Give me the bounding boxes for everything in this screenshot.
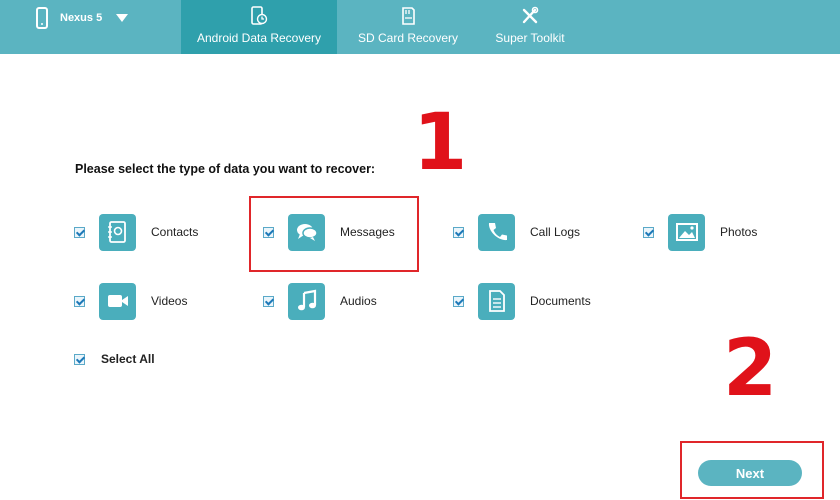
option-documents[interactable]: Documents	[453, 282, 591, 320]
next-button[interactable]: Next	[698, 460, 802, 486]
checkbox[interactable]	[453, 226, 464, 238]
select-all-checkbox[interactable]	[74, 353, 85, 365]
tab-label: Super Toolkit	[495, 31, 565, 45]
option-audios[interactable]: Audios	[263, 282, 377, 320]
tab-sd-card-recovery[interactable]: SD Card Recovery	[345, 0, 471, 54]
highlight-box-messages	[249, 196, 419, 272]
photos-tile	[668, 213, 705, 251]
option-contacts[interactable]: Contacts	[74, 213, 199, 251]
dropdown-caret-icon	[116, 14, 129, 22]
phone-icon	[36, 7, 48, 29]
checkbox[interactable]	[74, 295, 85, 307]
photos-icon	[675, 223, 698, 241]
sd-card-icon	[402, 7, 415, 25]
checkbox[interactable]	[453, 295, 464, 307]
option-videos[interactable]: Videos	[74, 282, 188, 320]
option-label: Videos	[151, 294, 188, 308]
tools-icon	[522, 6, 539, 24]
option-label: Audios	[340, 294, 377, 308]
option-call-logs[interactable]: Call Logs	[453, 213, 581, 251]
tab-android-data-recovery[interactable]: Android Data Recovery	[181, 0, 337, 54]
device-selector[interactable]: Nexus 5	[36, 6, 129, 30]
option-photos[interactable]: Photos	[643, 213, 758, 251]
tab-label: Android Data Recovery	[196, 31, 322, 45]
option-label: Call Logs	[530, 225, 581, 239]
prompt-text: Please select the type of data you want …	[75, 162, 376, 176]
music-note-icon	[297, 289, 316, 311]
audios-tile	[288, 282, 325, 320]
step-marker-2: 2	[723, 324, 778, 414]
checkbox[interactable]	[74, 226, 85, 238]
contacts-icon	[107, 221, 126, 243]
option-label: Photos	[720, 225, 758, 239]
option-label: Contacts	[151, 225, 199, 239]
call-logs-tile	[478, 213, 515, 251]
checkbox[interactable]	[643, 226, 654, 238]
document-icon	[488, 290, 505, 312]
phone-recovery-icon	[251, 6, 268, 25]
documents-tile	[478, 282, 515, 320]
top-bar: Nexus 5 Android Data Recovery SD Card Re…	[0, 0, 840, 54]
select-all[interactable]: Select All	[74, 352, 155, 366]
checkbox[interactable]	[263, 295, 274, 307]
phone-icon	[488, 223, 507, 241]
device-name: Nexus 5	[60, 12, 103, 24]
option-label: Documents	[530, 294, 591, 308]
video-camera-icon	[107, 295, 128, 307]
step-marker-1: 1	[413, 98, 468, 188]
contacts-tile	[99, 213, 136, 251]
tab-super-toolkit[interactable]: Super Toolkit	[480, 0, 580, 54]
select-all-label: Select All	[101, 352, 155, 366]
videos-tile	[99, 282, 136, 320]
tab-label: SD Card Recovery	[357, 31, 459, 45]
